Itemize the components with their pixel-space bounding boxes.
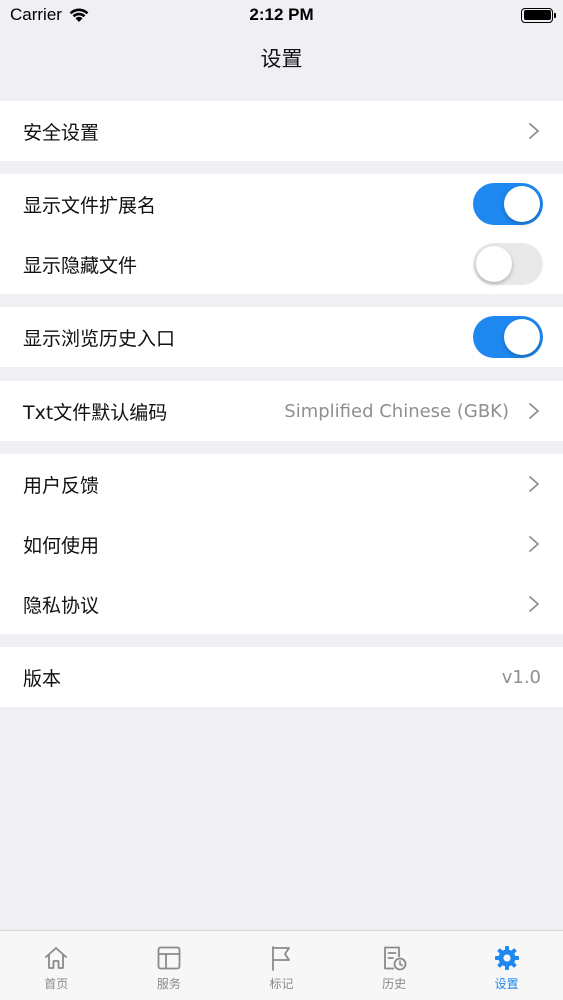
show-history-label: 显示浏览历史入口 (23, 327, 176, 350)
flag-icon (272, 946, 291, 971)
tab-settings-label: 设置 (494, 977, 519, 991)
txt-encoding-label: Txt文件默认编码 (23, 401, 168, 424)
version-value: v1.0 (501, 666, 541, 688)
tab-marks[interactable]: 标记 (225, 931, 338, 1000)
show-history-toggle[interactable] (473, 316, 543, 358)
chevron-right-icon (529, 403, 539, 419)
txt-encoding-right: Simplified Chinese (GBK) (284, 401, 541, 422)
privacy-label: 隐私协议 (23, 594, 100, 617)
security-settings-label: 安全设置 (23, 121, 100, 144)
services-icon (157, 946, 181, 970)
carrier-label: Carrier (10, 5, 62, 24)
version-label: 版本 (23, 667, 62, 690)
home-icon (45, 947, 68, 969)
encoding-group: Txt文件默认编码 Simplified Chinese (GBK) (0, 381, 563, 441)
show-extension-label: 显示文件扩展名 (23, 194, 157, 217)
gear-icon (494, 946, 519, 970)
tab-bar: 首页 服务 标记 历史 设置 (0, 930, 563, 1000)
show-hidden-toggle[interactable] (473, 243, 543, 285)
battery-icon (521, 7, 556, 23)
how-to-use-row[interactable]: 如何使用 (0, 514, 563, 574)
chevron-right-icon (529, 596, 539, 612)
feedback-label: 用户反馈 (23, 474, 100, 497)
history-entry-group: 显示浏览历史入口 (0, 307, 563, 367)
tab-history-label: 历史 (382, 977, 407, 991)
security-group: 安全设置 (0, 101, 563, 161)
how-to-use-label: 如何使用 (23, 534, 100, 557)
txt-encoding-value: Simplified Chinese (GBK) (284, 400, 509, 422)
version-group: 版本 v1.0 (0, 647, 563, 707)
version-row: 版本 v1.0 (0, 647, 563, 707)
show-hidden-row: 显示隐藏文件 (0, 234, 563, 294)
status-bar: Carrier 2:12 PM (0, 0, 563, 30)
file-display-group: 显示文件扩展名 显示隐藏文件 (0, 174, 563, 294)
tab-services[interactable]: 服务 (113, 931, 226, 1000)
show-extension-row: 显示文件扩展名 (0, 174, 563, 234)
chevron-right-icon (529, 123, 539, 139)
show-extension-toggle[interactable] (473, 183, 543, 225)
tab-settings[interactable]: 设置 (450, 931, 563, 1000)
status-left: Carrier (10, 5, 90, 25)
show-hidden-label: 显示隐藏文件 (23, 254, 138, 277)
chevron-right-icon (529, 536, 539, 552)
feedback-row[interactable]: 用户反馈 (0, 454, 563, 514)
wifi-icon (69, 8, 89, 22)
privacy-row[interactable]: 隐私协议 (0, 574, 563, 634)
navigation-bar: 设置 (0, 30, 563, 86)
tab-history[interactable]: 历史 (338, 931, 451, 1000)
tab-home-label: 首页 (44, 977, 69, 991)
support-group: 用户反馈 如何使用 隐私协议 (0, 454, 563, 634)
txt-encoding-row[interactable]: Txt文件默认编码 Simplified Chinese (GBK) (0, 381, 563, 441)
chevron-right-icon (529, 476, 539, 492)
show-history-row: 显示浏览历史入口 (0, 307, 563, 367)
tab-marks-label: 标记 (269, 977, 294, 991)
security-settings-row[interactable]: 安全设置 (0, 101, 563, 161)
page-title: 设置 (260, 47, 303, 71)
tab-services-label: 服务 (156, 977, 181, 991)
history-icon (384, 946, 407, 971)
tab-home[interactable]: 首页 (0, 931, 113, 1000)
